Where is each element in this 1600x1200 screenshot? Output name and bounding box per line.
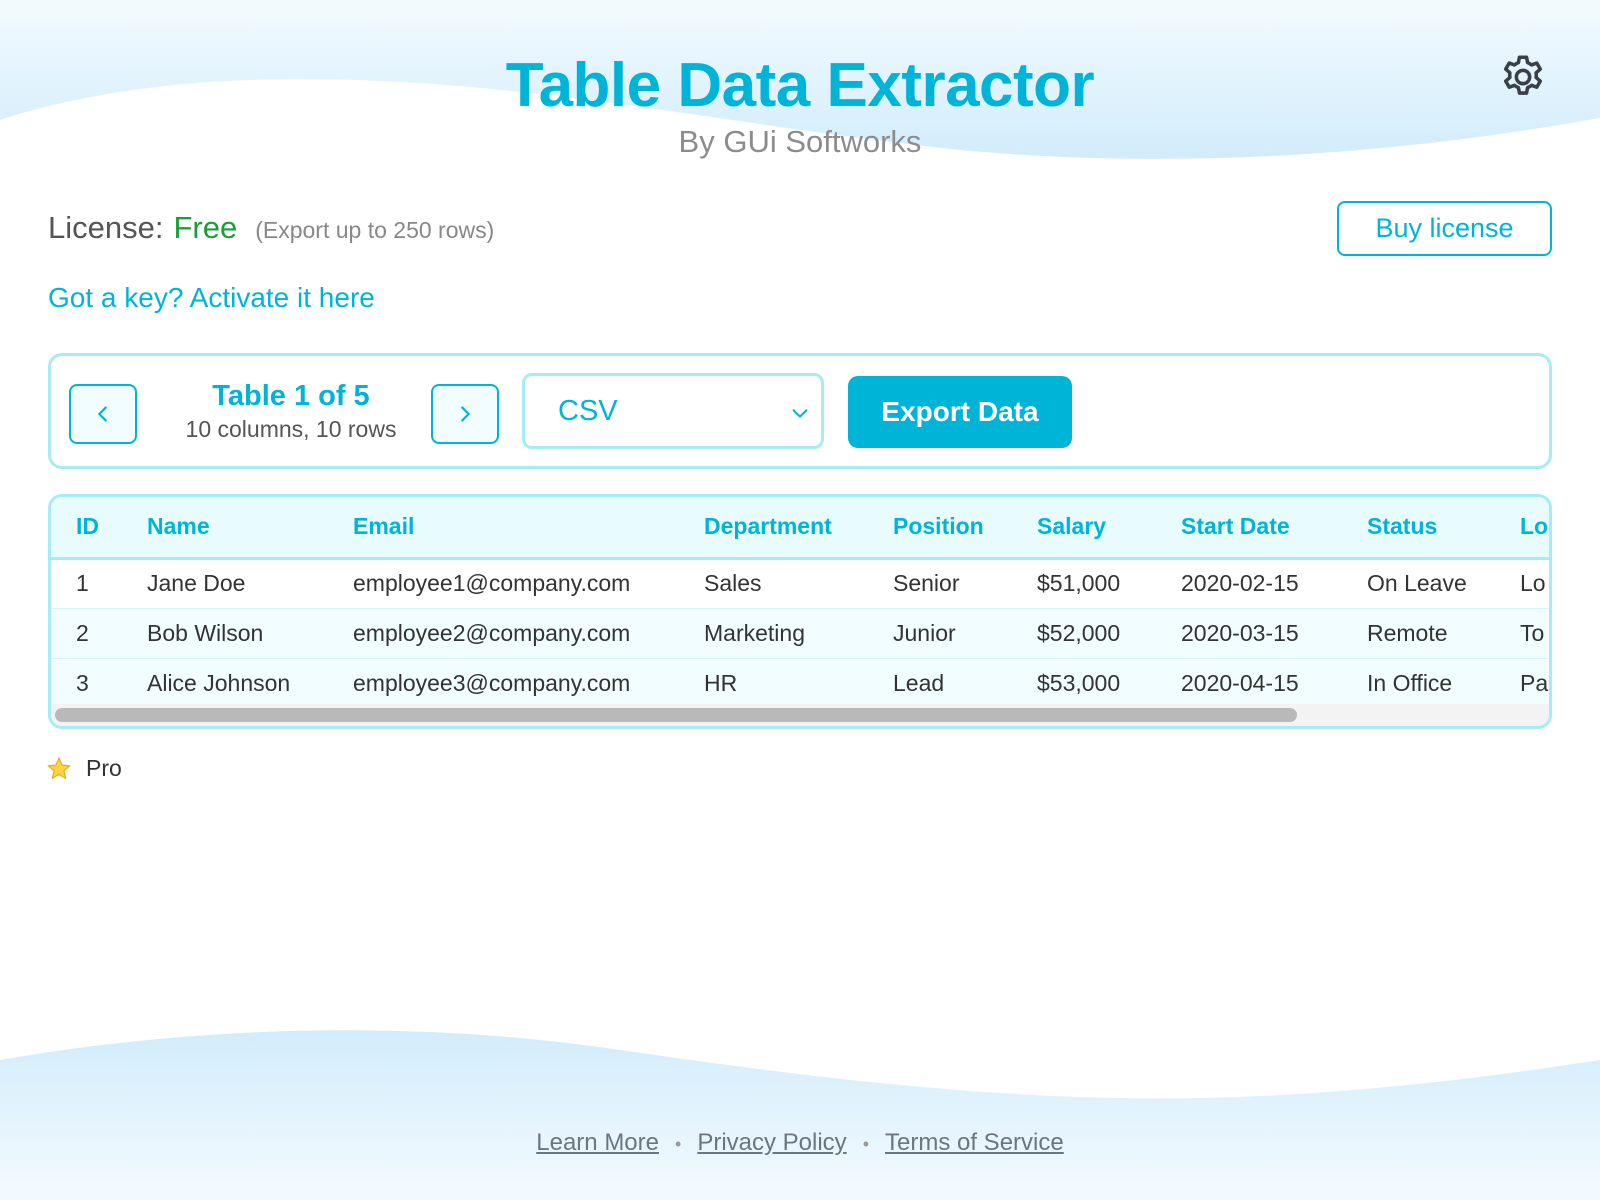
table-cell: Sales bbox=[704, 570, 762, 596]
table-cell: 1 bbox=[76, 570, 89, 596]
column-header: Status bbox=[1367, 513, 1438, 540]
table-cell: employee2@company.com bbox=[353, 619, 631, 646]
license-label: License: bbox=[48, 210, 164, 245]
pro-badge[interactable]: Pro bbox=[46, 755, 122, 782]
table-viewport: ID Name Email Department Position Salary… bbox=[51, 497, 1549, 707]
table-row: 2 Bob Wilson employee2@company.com Marke… bbox=[51, 608, 1549, 658]
gear-icon bbox=[1503, 55, 1543, 95]
privacy-policy-link[interactable]: Privacy Policy bbox=[697, 1129, 846, 1156]
column-header: Department bbox=[704, 513, 832, 540]
table-cell: 2020-03-15 bbox=[1181, 619, 1299, 646]
table-cell: Marketing bbox=[704, 619, 805, 646]
chevron-right-icon bbox=[461, 406, 470, 422]
column-header: Position bbox=[893, 513, 984, 540]
table-cell: 2020-04-15 bbox=[1181, 669, 1299, 696]
next-table-button[interactable] bbox=[431, 384, 499, 444]
table-cell: On Leave bbox=[1367, 570, 1467, 596]
table-cell: 2020-02-15 bbox=[1181, 570, 1299, 596]
table-index: Table 1 of 5 bbox=[212, 380, 370, 412]
table-cell: $53,000 bbox=[1037, 669, 1121, 696]
table-cell: Lead bbox=[893, 669, 945, 696]
footer-wave bbox=[0, 1030, 1600, 1200]
column-header: ID bbox=[76, 513, 99, 540]
footer-links: Learn More • Privacy Policy • Terms of Servi… bbox=[0, 1129, 1600, 1157]
table-cell: Remote bbox=[1367, 619, 1448, 646]
license-note: (Export up to 250 rows) bbox=[255, 217, 495, 243]
table-cell: 3 bbox=[76, 669, 89, 696]
table-cell: 2 bbox=[76, 619, 89, 646]
table-cell: Jane Doe bbox=[147, 570, 246, 596]
footer-separator: • bbox=[862, 1134, 869, 1154]
table-toolbar: Table 1 of 5 10 columns, 10 rows CSV Exp… bbox=[48, 353, 1552, 469]
scrollbar-thumb[interactable] bbox=[55, 708, 1297, 722]
settings-button[interactable] bbox=[1498, 52, 1548, 102]
table-cell: $51,000 bbox=[1037, 570, 1121, 596]
table-cell: Bob Wilson bbox=[147, 619, 264, 646]
buy-license-button[interactable]: Buy license bbox=[1337, 201, 1552, 256]
export-data-button[interactable]: Export Data bbox=[848, 376, 1072, 448]
table-cell: employee3@company.com bbox=[353, 669, 631, 696]
license-value: Free bbox=[173, 210, 238, 245]
format-value: CSV bbox=[558, 394, 618, 427]
pro-label: Pro bbox=[86, 755, 122, 781]
export-format-select[interactable]: CSV bbox=[522, 373, 824, 449]
column-header: Lo bbox=[1520, 513, 1549, 540]
table-header-row: ID Name Email Department Position Salary… bbox=[51, 497, 1549, 558]
app-title: Table Data Extractor bbox=[505, 51, 1095, 120]
chevron-down-icon bbox=[792, 409, 808, 418]
chevron-left-icon bbox=[98, 406, 107, 422]
table-cell: $52,000 bbox=[1037, 619, 1121, 646]
data-table: ID Name Email Department Position Salary… bbox=[51, 497, 1549, 707]
previous-table-button[interactable] bbox=[69, 384, 137, 444]
table-cell: Lo bbox=[1520, 570, 1546, 596]
table-dimensions: 10 columns, 10 rows bbox=[185, 416, 397, 442]
table-cell: Senior bbox=[893, 570, 960, 596]
table-cell: HR bbox=[704, 669, 738, 696]
column-header: Name bbox=[147, 513, 210, 540]
terms-of-service-link[interactable]: Terms of Service bbox=[885, 1129, 1064, 1156]
license-status: License: Free (Export up to 250 rows) bbox=[48, 210, 494, 246]
table-cell: Alice Johnson bbox=[147, 669, 291, 696]
table-cell: employee1@company.com bbox=[353, 570, 631, 596]
star-icon bbox=[47, 756, 71, 779]
column-header: Email bbox=[353, 513, 415, 540]
table-cell: In Office bbox=[1367, 669, 1453, 696]
horizontal-scrollbar[interactable] bbox=[51, 704, 1549, 726]
table-cell: To bbox=[1520, 619, 1545, 646]
footer-separator: • bbox=[675, 1134, 682, 1154]
column-header: Salary bbox=[1037, 513, 1107, 540]
table-cell: Junior bbox=[893, 619, 956, 646]
table-cell: Pa bbox=[1520, 669, 1549, 696]
table-row: 1 Jane Doe employee1@company.com Sales S… bbox=[51, 558, 1549, 608]
data-table-panel: ID Name Email Department Position Salary… bbox=[48, 494, 1552, 729]
app-subtitle: By GUi Softworks bbox=[678, 124, 922, 159]
learn-more-link[interactable]: Learn More bbox=[536, 1129, 659, 1156]
column-header: Start Date bbox=[1181, 513, 1290, 540]
table-row: 3 Alice Johnson employee3@company.com HR… bbox=[51, 658, 1549, 707]
app-header: Table Data Extractor By GUi Softworks bbox=[0, 48, 1600, 160]
activate-key-link[interactable]: Got a key? Activate it here bbox=[48, 282, 375, 314]
table-info: Table 1 of 5 10 columns, 10 rows bbox=[161, 378, 421, 444]
